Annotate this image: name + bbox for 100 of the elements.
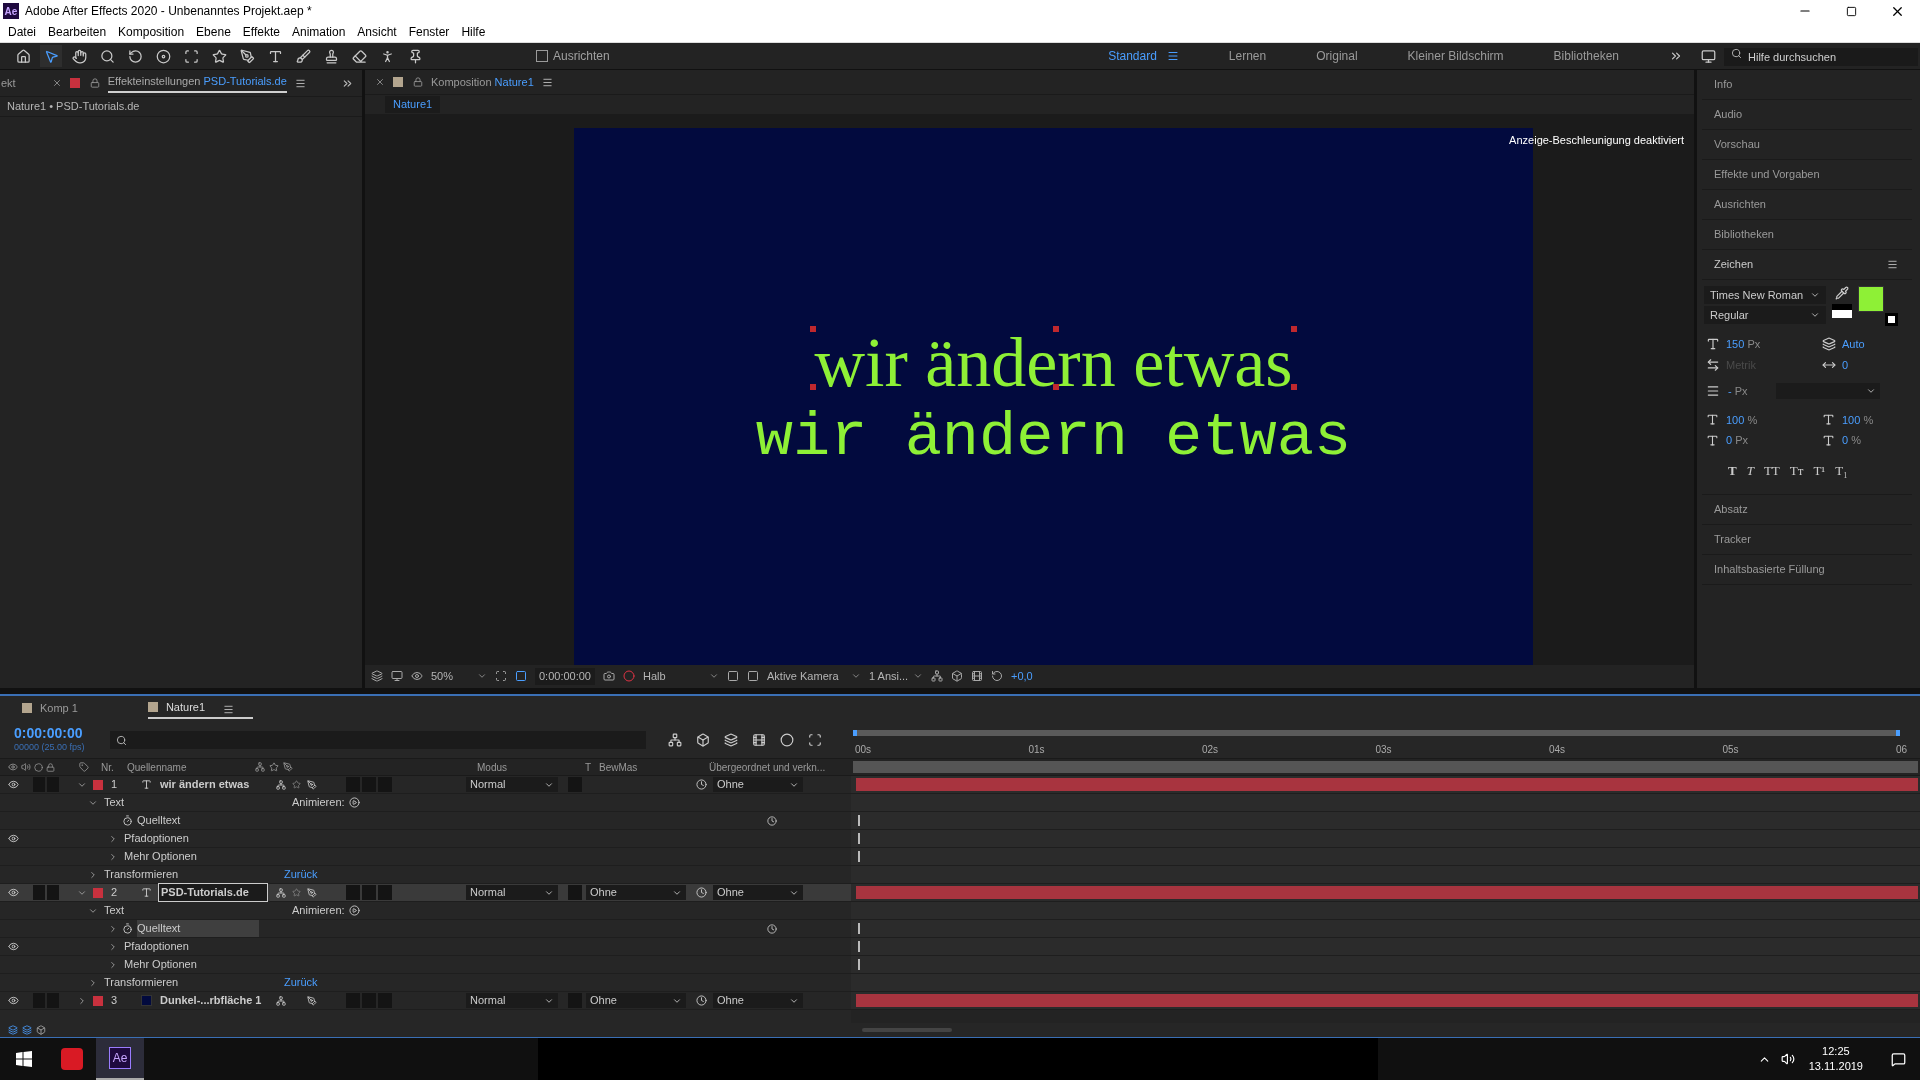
time-display[interactable]: 0:00:00:00 xyxy=(535,668,595,685)
frame-rate: 00000 (25.00 fps) xyxy=(14,741,86,755)
text-style-button[interactable]: T¹ xyxy=(1813,460,1826,480)
menu-item[interactable]: Bearbeiten xyxy=(42,23,113,41)
dropdown[interactable]: Normal xyxy=(466,885,558,900)
value-field[interactable]: 100 % xyxy=(1726,411,1822,428)
ruler-label: 04s xyxy=(1549,743,1566,757)
text-style-button[interactable]: T xyxy=(1728,460,1737,480)
property-group[interactable]: Text xyxy=(104,794,284,811)
clock-time[interactable]: 12:25 xyxy=(1822,1044,1850,1059)
canvas-text[interactable]: wir ändern etwas xyxy=(814,323,1293,402)
layer-number: 1 xyxy=(111,777,119,793)
composition-tab[interactable]: Nature1 xyxy=(385,96,441,113)
dropdown[interactable]: Ohne xyxy=(586,993,686,1008)
camera-dropdown[interactable]: Aktive Kamera xyxy=(767,668,861,685)
text-style-button[interactable]: T xyxy=(1746,460,1754,480)
views-dropdown[interactable]: 1 Ansi... xyxy=(869,668,923,685)
font-dropdown[interactable]: Times New Roman xyxy=(1704,286,1826,304)
layer-row[interactable]: 2 PSD-Tutorials.de Normal Ohne Ohne xyxy=(0,884,851,901)
taskbar-app[interactable]: Ae xyxy=(96,1038,144,1080)
workspace-tab[interactable]: Kleiner Bildschirm xyxy=(1407,47,1504,65)
panel-section[interactable]: Bibliotheken xyxy=(1702,220,1912,250)
panel-section[interactable]: Tracker xyxy=(1702,525,1912,555)
notice-text: Anzeige-Beschleunigung deaktiviert xyxy=(1509,132,1684,148)
panel-tab[interactable]: Effekteinstellungen PSD-Tutorials.de xyxy=(107,72,287,94)
dropdown[interactable]: Ohne xyxy=(586,885,686,900)
menu-item[interactable]: Ansicht xyxy=(351,23,403,41)
panel-section[interactable]: Audio xyxy=(1702,100,1912,130)
menu-item[interactable]: Komposition xyxy=(112,23,191,41)
property-name[interactable]: Quelltext xyxy=(137,920,259,937)
column-header: Quellenname xyxy=(127,760,188,775)
layer-name[interactable]: PSD-Tutorials.de xyxy=(158,883,268,902)
property-group[interactable]: Text xyxy=(104,902,284,919)
property-group[interactable]: Transformieren xyxy=(104,974,284,991)
animate-label: Animieren: xyxy=(292,903,345,919)
app-logo: Ae xyxy=(3,3,19,19)
panel-section[interactable]: Inhaltsbasierte Füllung xyxy=(1702,555,1912,585)
dropdown[interactable]: Normal xyxy=(466,993,558,1008)
property-group[interactable]: Pfadoptionen xyxy=(124,938,189,955)
ruler-label: 02s xyxy=(1202,743,1219,757)
property-name[interactable]: Quelltext xyxy=(137,812,259,829)
property-group[interactable]: Mehr Optionen xyxy=(124,848,197,865)
workspace-tab[interactable]: Bibliotheken xyxy=(1553,47,1619,65)
app-logo: Ae xyxy=(109,1047,131,1069)
panel-section[interactable]: Vorschau xyxy=(1702,130,1912,160)
column-header: Modus xyxy=(477,760,508,775)
workspace-tab[interactable]: Original xyxy=(1316,47,1358,65)
menu-item[interactable]: Datei xyxy=(2,23,42,41)
value-field[interactable]: 0 Px xyxy=(1726,432,1822,449)
timeline-tab[interactable]: Nature1 xyxy=(147,698,254,720)
value-field[interactable]: 100 % xyxy=(1842,411,1912,428)
reset-link[interactable]: Zurück xyxy=(284,866,318,883)
dropdown[interactable]: Ohne xyxy=(713,885,803,900)
layer-name[interactable]: wir ändern etwas xyxy=(158,776,268,793)
align-checkbox[interactable]: Ausrichten xyxy=(536,47,610,65)
value-field[interactable]: 150 Px xyxy=(1726,336,1786,353)
column-header: Übergeordnet und verkn... xyxy=(709,760,826,775)
reset-link[interactable]: Zurück xyxy=(284,974,318,991)
resolution-dropdown[interactable]: Halb xyxy=(643,668,719,685)
zoom-dropdown[interactable]: 50% xyxy=(431,668,487,685)
value-field[interactable]: - Px xyxy=(1728,383,1768,400)
property-group[interactable]: Transformieren xyxy=(104,866,284,883)
exposure-value[interactable]: +0,0 xyxy=(1011,668,1033,685)
layer-name[interactable]: Dunkel-...rbfläche 1 xyxy=(158,992,268,1009)
panel-tab[interactable]: ekt xyxy=(0,74,16,92)
panel-section[interactable]: Info xyxy=(1702,70,1912,100)
canvas-text[interactable]: wir ändern etwas xyxy=(755,401,1352,474)
property-group[interactable]: Mehr Optionen xyxy=(124,956,197,973)
timeline-tab[interactable]: Komp 1 xyxy=(22,699,126,719)
value-field[interactable]: 0 xyxy=(1842,356,1902,373)
ruler-label: 00s xyxy=(855,743,872,757)
clock-date[interactable]: 13.11.2019 xyxy=(1808,1059,1863,1074)
property-group[interactable]: Pfadoptionen xyxy=(124,830,189,847)
text-style-button[interactable]: T₁ xyxy=(1835,460,1848,480)
panel-tab[interactable]: Komposition Nature1 xyxy=(431,73,534,91)
value-field[interactable]: Auto xyxy=(1842,336,1902,353)
dropdown[interactable]: Normal xyxy=(466,777,558,792)
value-field[interactable]: 0 % xyxy=(1842,432,1912,449)
window-title: Adobe After Effects 2020 - Unbenanntes Projekt.aep * xyxy=(25,3,312,20)
layer-number: 3 xyxy=(111,993,119,1009)
ruler-label: 01s xyxy=(1028,743,1045,757)
text-style-button[interactable]: TT xyxy=(1763,460,1780,480)
menu-item[interactable]: Fenster xyxy=(402,23,456,41)
menu-item[interactable]: Effekte xyxy=(236,23,286,41)
menu-item[interactable]: Ebene xyxy=(190,23,237,41)
timecode[interactable]: 0:00:00:00 xyxy=(14,725,100,742)
panel-section[interactable]: Absatz xyxy=(1702,495,1912,525)
dropdown[interactable]: Ohne xyxy=(713,777,803,792)
text-style-button[interactable]: Tт xyxy=(1789,460,1804,480)
workspace-tab[interactable]: Lernen xyxy=(1228,47,1267,65)
animate-label: Animieren: xyxy=(292,795,345,811)
dropdown[interactable]: Ohne xyxy=(713,993,803,1008)
style-dropdown[interactable]: Regular xyxy=(1704,306,1826,324)
help-search-field[interactable]: Hilfe durchsuchen xyxy=(1724,48,1918,66)
column-header: Nr. xyxy=(101,760,115,775)
panel-section[interactable]: Effekte und Vorgaben xyxy=(1702,160,1912,190)
menu-item[interactable]: Hilfe xyxy=(455,23,492,41)
workspace-tab[interactable]: Standard xyxy=(1108,47,1157,65)
panel-section[interactable]: Ausrichten xyxy=(1702,190,1912,220)
menu-item[interactable]: Animation xyxy=(285,23,352,41)
